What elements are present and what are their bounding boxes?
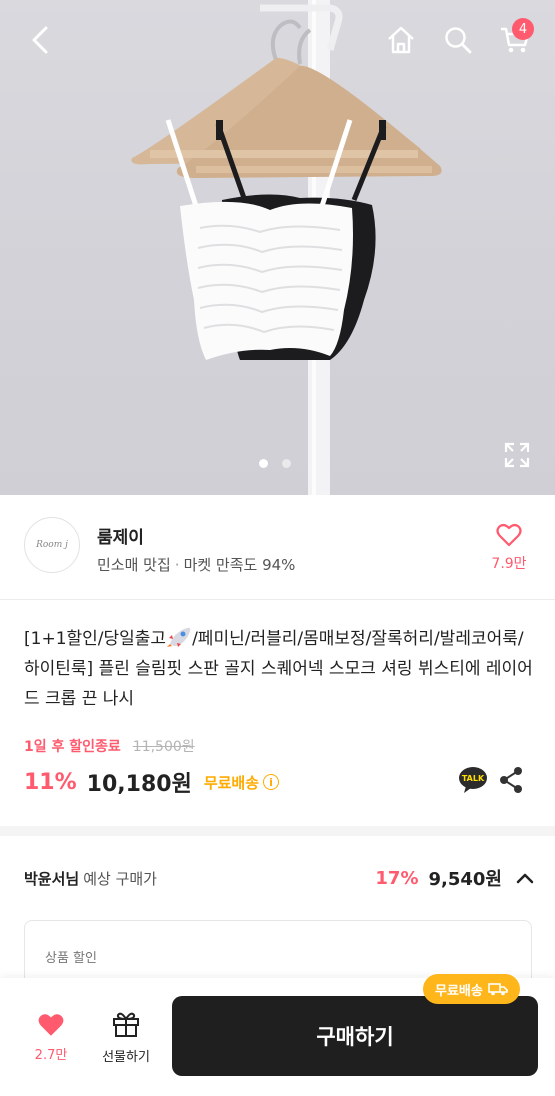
deal-row: 1일 후 할인종료 11,500원 xyxy=(24,736,195,756)
member-price: 9,540원 xyxy=(428,869,503,890)
seller-section[interactable]: Room j 룸제이 민소매 맛집 · 마켓 만족도 94% 7.9만 xyxy=(0,495,555,600)
free-shipping-badge-label: 무료배송 xyxy=(435,983,483,999)
seller-like-button[interactable]: 7.9만 xyxy=(487,523,531,573)
top-bar: 4 xyxy=(0,0,555,80)
member-price-section: 박윤서님 예상 구매가 17% 9,540원 상품 할인 xyxy=(0,846,555,1000)
home-icon xyxy=(388,26,414,54)
gift-icon xyxy=(113,1012,139,1037)
discount-rate: 11% xyxy=(24,769,77,795)
home-button[interactable] xyxy=(381,20,421,60)
search-button[interactable] xyxy=(438,20,478,60)
chevron-up-icon xyxy=(516,873,534,884)
share-icon xyxy=(500,767,522,793)
cart-count-badge: 4 xyxy=(512,18,534,40)
info-icon[interactable]: i xyxy=(263,774,280,790)
seller-logo[interactable]: Room j xyxy=(24,517,80,573)
search-icon xyxy=(445,27,472,54)
member-price-label: 예상 구매가 xyxy=(83,869,157,888)
expand-button[interactable] xyxy=(502,440,532,470)
seller-satisfaction: 마켓 만족도 94% xyxy=(183,556,296,574)
heart-outline-icon xyxy=(496,523,522,547)
heart-filled-icon xyxy=(38,1014,64,1036)
like-count: 2.7만 xyxy=(34,1048,68,1063)
buy-button[interactable]: 구매하기 xyxy=(172,996,538,1076)
seller-logo-text: Room j xyxy=(36,540,68,550)
gallery-pagination xyxy=(259,459,291,468)
sale-price: 10,180원 xyxy=(86,772,192,797)
talk-icon: TALK xyxy=(459,767,487,793)
back-button[interactable] xyxy=(20,20,60,60)
separator: · xyxy=(174,556,180,574)
deal-end-label: 1일 후 할인종료 xyxy=(24,739,121,755)
free-shipping-label: 무료배송 xyxy=(203,773,260,792)
talk-label: TALK xyxy=(462,774,485,783)
product-info: [1+1할인/당일출고 /페미닌/러블리/몸매보정/잘록허리/발레코어룩/하이틴… xyxy=(0,600,555,836)
kakao-talk-button[interactable]: TALK xyxy=(458,765,488,795)
truck-icon xyxy=(488,983,508,996)
share-button[interactable] xyxy=(498,766,524,794)
seller-name[interactable]: 룸제이 xyxy=(97,523,144,548)
member-name: 박윤서님 xyxy=(24,869,80,888)
expand-icon xyxy=(504,442,530,468)
seller-category: 민소매 맛집 xyxy=(97,556,171,574)
original-price: 11,500원 xyxy=(132,739,195,755)
chevron-left-icon xyxy=(32,26,48,54)
seller-like-count: 7.9만 xyxy=(491,556,527,572)
like-button[interactable]: 2.7만 xyxy=(22,1012,80,1063)
gallery-dot-active[interactable] xyxy=(259,459,268,468)
gift-label: 선물하기 xyxy=(102,1050,150,1065)
bottom-action-bar: 2.7만 선물하기 구매하기 무료배송 xyxy=(0,974,555,1096)
product-discount-label: 상품 할인 xyxy=(45,951,97,966)
member-price-toggle[interactable]: 박윤서님 예상 구매가 17% 9,540원 xyxy=(24,866,534,890)
free-shipping-badge: 무료배송 xyxy=(423,974,520,1004)
product-title: [1+1할인/당일출고 /페미닌/러블리/몸매보정/잘록허리/발레코어룩/하이틴… xyxy=(24,624,534,714)
member-price-value: 17% 9,540원 xyxy=(375,865,534,891)
product-image-gallery[interactable]: 4 xyxy=(0,0,555,495)
cart-button[interactable]: 4 xyxy=(495,18,535,60)
member-discount: 17% xyxy=(375,867,419,889)
price-row: 11% 10,180원 무료배송 i xyxy=(24,766,280,798)
rocket-icon xyxy=(167,627,191,647)
gallery-dot[interactable] xyxy=(282,459,291,468)
seller-subtitle: 민소매 맛집 · 마켓 만족도 94% xyxy=(97,554,295,575)
gift-button[interactable]: 선물하기 xyxy=(92,1010,160,1065)
product-title-part1: [1+1할인/당일출고 xyxy=(24,629,167,649)
